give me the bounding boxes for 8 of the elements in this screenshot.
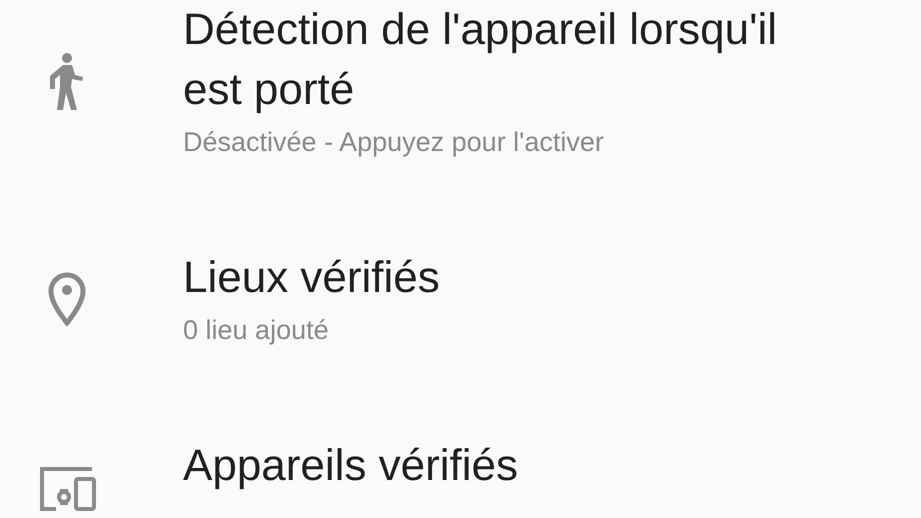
devices-icon bbox=[38, 467, 96, 511]
walking-person-icon bbox=[48, 51, 84, 111]
setting-title[interactable]: Détection de l'appareil lorsqu'il est porté bbox=[183, 0, 803, 120]
setting-summary: Désactivée - Appuyez pour l'activer bbox=[183, 126, 605, 159]
setting-title[interactable]: Lieux vérifiés bbox=[183, 248, 803, 308]
location-pin-icon bbox=[46, 272, 86, 326]
setting-summary: 0 lieu ajouté bbox=[183, 314, 330, 347]
setting-title[interactable]: Appareils vérifiés bbox=[183, 436, 803, 496]
